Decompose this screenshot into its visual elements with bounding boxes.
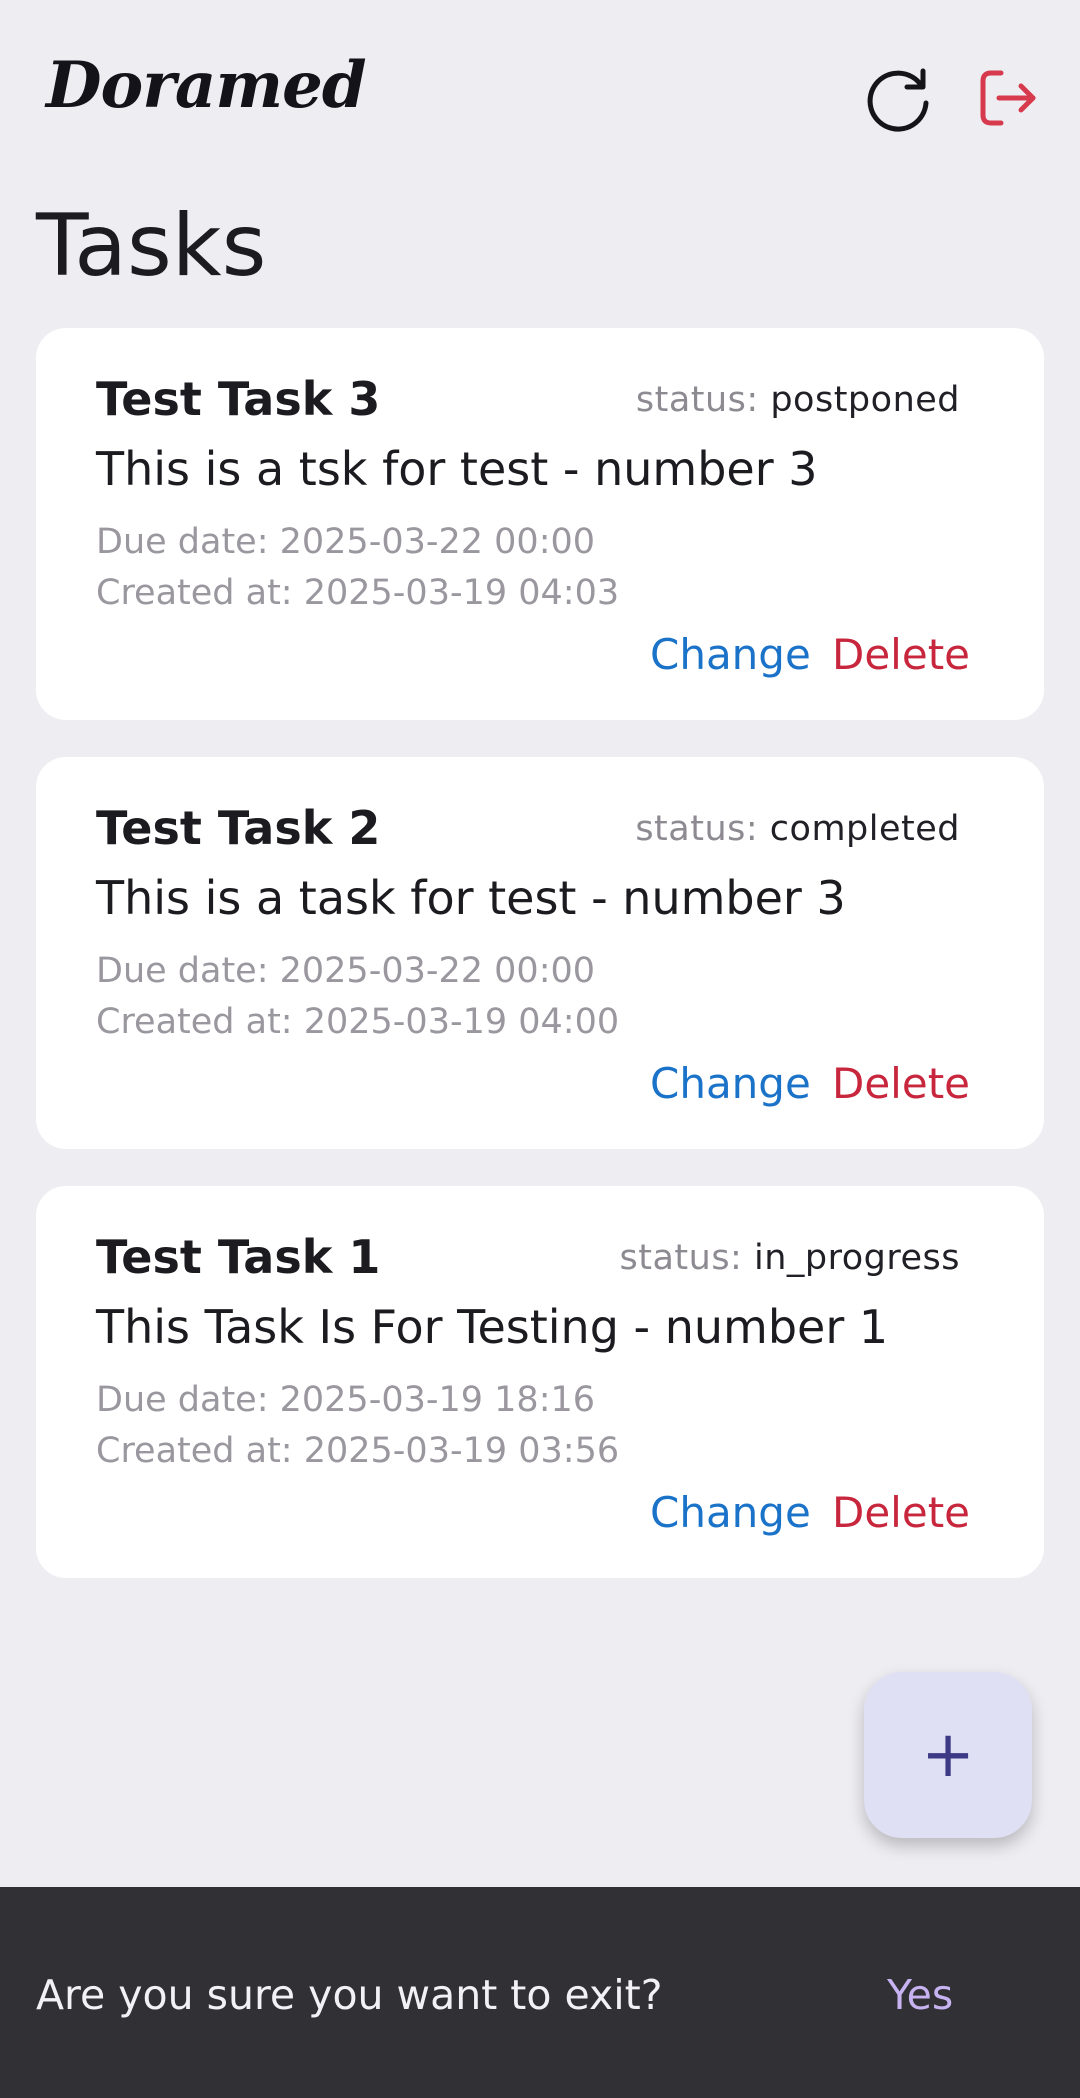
add-task-button[interactable]: + xyxy=(864,1672,1032,1838)
task-created-at: Created at: 2025-03-19 04:03 xyxy=(96,573,620,613)
task-status: status: completed xyxy=(635,809,960,849)
change-button[interactable]: Change xyxy=(650,1059,811,1108)
task-title: Test Task 3 xyxy=(96,372,381,426)
status-value: postponed xyxy=(770,380,960,420)
app-logo: Doramed xyxy=(46,48,367,123)
snackbar-message: Are you sure you want to exit? xyxy=(36,1971,663,2019)
task-list: Test Task 3 status: postponed This is a … xyxy=(36,328,1044,1615)
change-button[interactable]: Change xyxy=(650,630,811,679)
app-header: Doramed xyxy=(0,0,1080,190)
status-label: status: xyxy=(619,1238,743,1278)
confirm-exit-button[interactable]: Yes xyxy=(887,1971,953,2019)
task-title: Test Task 2 xyxy=(96,801,381,855)
change-button[interactable]: Change xyxy=(650,1488,811,1537)
task-due-date: Due date: 2025-03-22 00:00 xyxy=(96,522,596,562)
task-card: Test Task 1 status: in_progress This Tas… xyxy=(36,1186,1044,1578)
status-label: status: xyxy=(635,809,759,849)
page-title: Tasks xyxy=(36,196,267,296)
refresh-icon xyxy=(867,68,929,132)
task-description: This Task Is For Testing - number 1 xyxy=(96,1300,889,1354)
task-created-at: Created at: 2025-03-19 03:56 xyxy=(96,1431,620,1471)
refresh-button[interactable] xyxy=(862,60,938,136)
status-value: completed xyxy=(769,809,960,849)
plus-icon: + xyxy=(921,1718,975,1792)
exit-snackbar: Are you sure you want to exit? Yes xyxy=(0,1887,1080,2098)
delete-button[interactable]: Delete xyxy=(832,630,970,679)
status-label: status: xyxy=(635,380,759,420)
task-title: Test Task 1 xyxy=(96,1230,381,1284)
task-card: Test Task 2 status: completed This is a … xyxy=(36,757,1044,1149)
task-description: This is a tsk for test - number 3 xyxy=(96,442,818,496)
logout-button[interactable] xyxy=(970,60,1046,136)
task-status: status: postponed xyxy=(636,380,960,420)
status-value: in_progress xyxy=(754,1238,960,1278)
task-due-date: Due date: 2025-03-19 18:16 xyxy=(96,1380,596,1420)
delete-button[interactable]: Delete xyxy=(832,1059,970,1108)
delete-button[interactable]: Delete xyxy=(832,1488,970,1537)
task-card: Test Task 3 status: postponed This is a … xyxy=(36,328,1044,720)
task-description: This is a task for test - number 3 xyxy=(96,871,846,925)
logout-icon xyxy=(980,70,1036,126)
task-due-date: Due date: 2025-03-22 00:00 xyxy=(96,951,596,991)
task-status: status: in_progress xyxy=(620,1238,960,1278)
task-created-at: Created at: 2025-03-19 04:00 xyxy=(96,1002,620,1042)
